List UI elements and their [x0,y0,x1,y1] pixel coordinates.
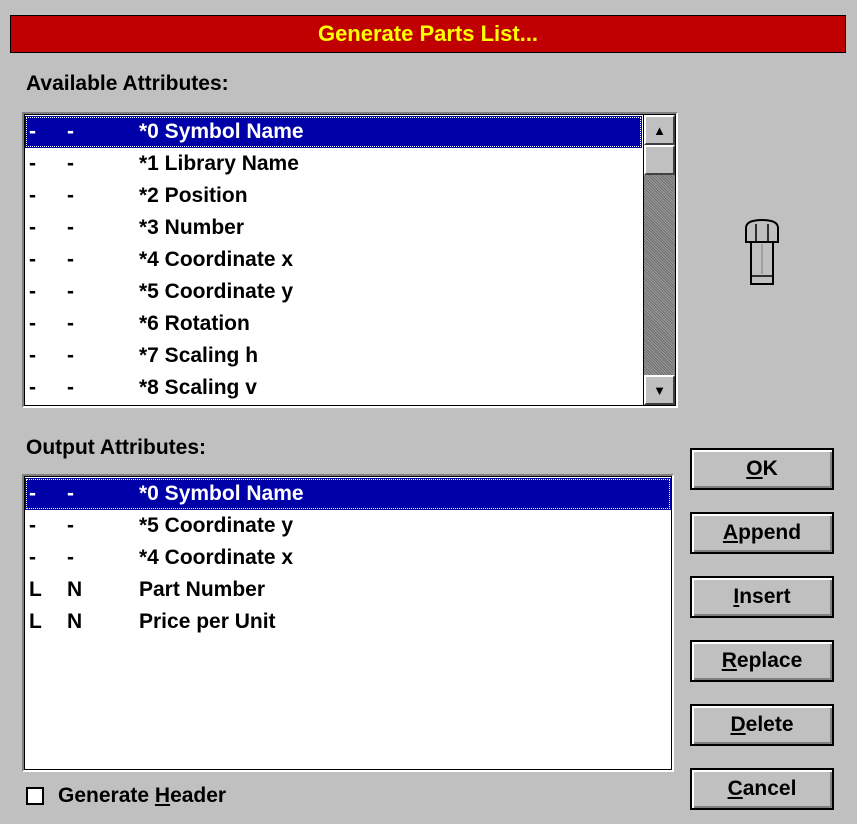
flag-a: - [29,184,36,207]
available-attributes-label: Available Attributes: [26,72,229,95]
flag-a: L [29,610,42,633]
flag-a: - [29,216,36,239]
flag-b: N [67,578,83,601]
delete-button[interactable]: Delete [690,704,834,746]
flag-b: - [67,280,74,303]
list-item[interactable]: - - *0 Symbol Name [25,478,671,510]
list-item[interactable]: - - *3 Number [25,212,642,244]
generate-header-label-after: eader [170,784,227,807]
flag-a: - [29,248,36,271]
output-attributes-label: Output Attributes: [26,436,207,459]
available-attributes-rows: - - *0 Symbol Name - - *1 Library Name - - *2 Po… [25,116,642,404]
replace-mnemonic: R [721,649,737,672]
flag-b: - [67,120,74,143]
flag-a: - [29,344,36,367]
attribute-name: *4 Coordinate x [139,546,294,569]
append-mnemonic: A [722,521,739,544]
flag-b: - [67,376,74,399]
attribute-name: *3 Number [139,216,245,239]
generate-header-option[interactable]: Generate Header [26,784,226,808]
scroll-thumb[interactable] [644,145,675,175]
flag-a: - [29,376,36,399]
attribute-name: *2 Position [139,184,248,207]
list-item[interactable]: - - *7 Scaling h [25,340,642,372]
window-title-bar[interactable]: Generate Parts List... [10,15,846,53]
flag-a: - [29,120,36,143]
attribute-name: *7 Scaling h [139,344,259,367]
list-item[interactable]: - - *0 Symbol Name [25,116,642,148]
ok-mnemonic: O [746,457,763,480]
attribute-name: *8 Scaling v [139,376,257,399]
generate-parts-list-dialog: Generate Parts List... Available Attribu… [0,0,857,824]
list-item[interactable]: - - *5 Coordinate y [25,276,642,308]
attribute-name: *4 Coordinate x [139,248,294,271]
flag-b: N [67,610,83,633]
arrow-down-icon: ▼ [653,382,666,398]
output-attributes-rows: - - *0 Symbol Name - - *5 Coordinate y - - *4 Co… [25,478,671,638]
attribute-name: *6 Rotation [139,312,250,335]
flag-a: - [29,514,36,537]
flag-a: - [29,152,36,175]
insert-button[interactable]: Insert [690,576,834,618]
flag-b: - [67,152,74,175]
window-title: Generate Parts List... [317,21,539,46]
append-label-rest: ppend [738,521,802,544]
attribute-name: *1 Library Name [139,152,299,175]
list-item[interactable]: L N Price per Unit [25,606,671,638]
replace-button[interactable]: Replace [690,640,834,682]
ok-button[interactable]: OK [690,448,834,490]
replace-label-rest: eplace [736,649,803,672]
flag-b: - [67,514,74,537]
available-attributes-list[interactable]: - - *0 Symbol Name - - *1 Library Name - - *2 Po… [22,112,678,408]
arrow-up-icon: ▲ [653,122,666,138]
generate-header-label: Generate Header [58,784,226,808]
insert-label-rest: nsert [739,585,791,608]
generate-header-checkbox[interactable] [26,787,44,805]
flag-b: - [67,184,74,207]
flag-a: L [29,578,42,601]
flag-a: - [29,482,36,505]
flag-b: - [67,248,74,271]
available-scrollbar[interactable]: ▲ ▼ [643,115,675,405]
flag-b: - [67,344,74,367]
flag-a: - [29,312,36,335]
append-button[interactable]: Append [690,512,834,554]
ok-label-rest: K [762,457,778,480]
attribute-name: Part Number [139,578,266,601]
list-item[interactable]: - - *8 Scaling v [25,372,642,404]
output-attributes-list[interactable]: - - *0 Symbol Name - - *5 Coordinate y - - *4 Co… [22,474,674,772]
generate-header-mnemonic: H [154,784,171,807]
list-item[interactable]: - - *4 Coordinate x [25,244,642,276]
bolt-icon [745,218,779,285]
list-item[interactable]: - - *6 Rotation [25,308,642,340]
flag-b: - [67,482,74,505]
flag-b: - [67,546,74,569]
flag-a: - [29,546,36,569]
delete-mnemonic: D [730,713,746,736]
cancel-label-rest: ancel [742,777,797,800]
delete-label-rest: elete [745,713,794,736]
attribute-name: Price per Unit [139,610,276,633]
list-item[interactable]: - - *5 Coordinate y [25,510,671,542]
attribute-name: *5 Coordinate y [139,514,294,537]
flag-a: - [29,280,36,303]
scroll-down-button[interactable]: ▼ [644,375,675,405]
flag-b: - [67,216,74,239]
attribute-name: *0 Symbol Name [139,120,304,143]
attribute-name: *5 Coordinate y [139,280,294,303]
list-item[interactable]: L N Part Number [25,574,671,606]
cancel-mnemonic: C [727,777,743,800]
cancel-button[interactable]: Cancel [690,768,834,810]
list-item[interactable]: - - *2 Position [25,180,642,212]
scroll-up-button[interactable]: ▲ [644,115,675,145]
generate-header-label-before: Generate [58,784,155,807]
flag-b: - [67,312,74,335]
list-item[interactable]: - - *4 Coordinate x [25,542,671,574]
attribute-name: *0 Symbol Name [139,482,304,505]
list-item[interactable]: - - *1 Library Name [25,148,642,180]
